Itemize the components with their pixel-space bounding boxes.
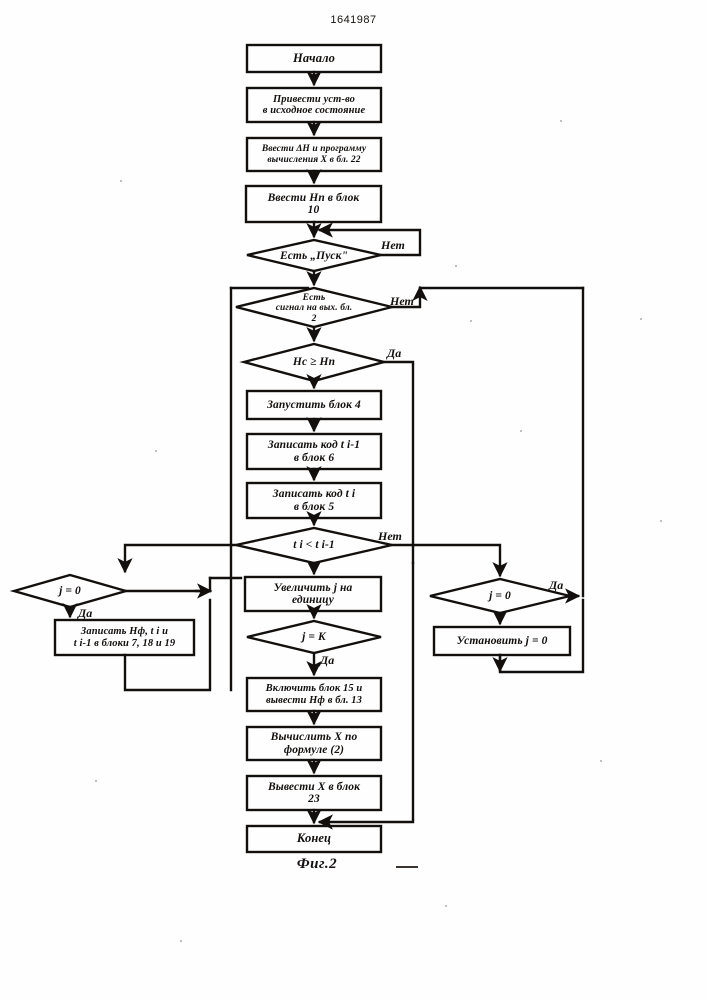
edge-hassignal-no-loop bbox=[390, 285, 428, 309]
scan-speck bbox=[520, 430, 522, 432]
node-inc-j-shape bbox=[243, 575, 383, 613]
node-init-shape bbox=[245, 86, 383, 124]
node-j-right-shape bbox=[429, 577, 571, 615]
edge-hc-yes bbox=[382, 360, 415, 565]
caption-dash bbox=[396, 866, 418, 868]
node-write-ti-shape bbox=[245, 481, 383, 520]
node-ti-lt-shape bbox=[235, 526, 393, 565]
node-out-x-shape bbox=[245, 774, 383, 812]
node-has-signal-shape bbox=[235, 286, 393, 329]
node-input-dh-shape bbox=[245, 136, 383, 173]
edge-jleft-no bbox=[124, 576, 212, 593]
node-has-start-shape bbox=[246, 238, 382, 273]
node-hc-shape bbox=[239, 342, 389, 383]
edge-to-right-jeq0 bbox=[411, 543, 508, 578]
scan-speck bbox=[455, 265, 457, 267]
node-j-eq-k-shape bbox=[246, 619, 382, 655]
scan-speck bbox=[640, 318, 642, 320]
scan-speck bbox=[660, 520, 662, 522]
edge-hasstart-no-loop bbox=[317, 222, 422, 257]
edge-right-column-down bbox=[317, 561, 415, 830]
scan-speck bbox=[445, 905, 447, 907]
node-end-shape bbox=[245, 824, 383, 854]
figure-page: 1641987 Начало Привести уст-во в исходно… bbox=[0, 0, 707, 1000]
scan-speck bbox=[180, 940, 182, 942]
node-run-block4-shape bbox=[245, 389, 383, 421]
scan-speck bbox=[155, 450, 157, 452]
node-j-left-shape bbox=[9, 573, 131, 609]
node-calc-x-shape bbox=[245, 725, 383, 762]
scan-speck bbox=[560, 120, 562, 122]
flowchart-canvas bbox=[9, 43, 585, 854]
scan-speck bbox=[470, 320, 472, 322]
figure-caption: Фиг.2 bbox=[296, 856, 338, 872]
scan-speck bbox=[95, 780, 97, 782]
scan-speck bbox=[600, 760, 602, 762]
node-write-ti1-shape bbox=[245, 432, 383, 471]
node-input-hp-shape bbox=[244, 184, 383, 224]
edge-tilt-yes-left bbox=[117, 543, 238, 574]
scan-speck bbox=[120, 180, 122, 182]
edge-writehf-out bbox=[123, 598, 212, 692]
node-on-block15-shape bbox=[245, 676, 383, 713]
node-start-shape bbox=[245, 43, 383, 74]
node-write-hf-shape bbox=[53, 618, 196, 657]
node-set-j0-shape bbox=[432, 625, 572, 657]
